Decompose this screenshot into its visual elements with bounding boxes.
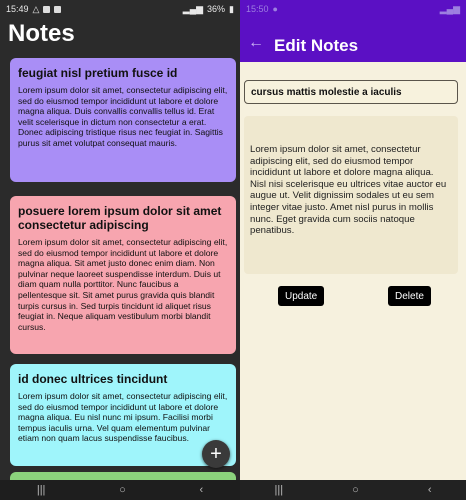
status-time: 15:49 xyxy=(6,4,29,14)
notes-list-screen: 15:49 △ ▂▄▆ 36% ▮ Notes feugiat nisl pre… xyxy=(0,0,240,500)
note-body-input[interactable]: Lorem ipsum dolor sit amet, consectetur … xyxy=(244,116,458,274)
status-time: 15:50 xyxy=(246,4,269,14)
back-nav-icon[interactable]: ‹ xyxy=(199,484,203,496)
status-bar: 15:49 △ ▂▄▆ 36% ▮ xyxy=(0,0,240,18)
edit-note-screen: 15:50 ● ▂▄▆ ← Edit Notes cursus mattis m… xyxy=(240,0,466,500)
add-note-button[interactable]: + xyxy=(202,440,230,468)
battery-text: 36% xyxy=(207,4,226,14)
note-title: id donec ultrices tincidunt xyxy=(18,372,168,386)
note-title: feugiat nisl pretium fusce id xyxy=(18,66,178,80)
system-nav-bar: ||| ○ ‹ xyxy=(0,480,240,500)
signal-icon: ▂▄▆ xyxy=(182,3,204,14)
back-nav-icon[interactable]: ‹ xyxy=(428,484,432,496)
back-arrow-icon[interactable]: ← xyxy=(248,34,264,52)
note-card[interactable]: feugiat nisl pretium fusce id Lorem ipsu… xyxy=(10,58,236,182)
recents-icon[interactable]: ||| xyxy=(37,484,46,496)
app-bar: 15:50 ● ▂▄▆ ← Edit Notes xyxy=(240,0,466,62)
note-title-input[interactable]: cursus mattis molestie a iaculis xyxy=(244,80,458,104)
delete-button[interactable]: Delete xyxy=(388,286,431,306)
note-card[interactable]: posuere lorem ipsum dolor sit amet conse… xyxy=(10,196,236,354)
system-nav-bar: ||| ○ ‹ xyxy=(240,480,466,500)
home-icon[interactable]: ○ xyxy=(352,484,359,496)
update-button[interactable]: Update xyxy=(278,286,325,306)
screen-title: Edit Notes xyxy=(274,36,359,55)
page-title: Notes xyxy=(8,20,75,47)
notification-icon: ● xyxy=(272,4,278,14)
home-icon[interactable]: ○ xyxy=(119,484,126,496)
recents-icon[interactable]: ||| xyxy=(275,484,284,496)
note-body: Lorem ipsum dolor sit amet, consectetur … xyxy=(18,391,228,444)
note-title: posuere lorem ipsum dolor sit amet conse… xyxy=(18,204,222,232)
notification-icon xyxy=(43,5,51,13)
note-body: Lorem ipsum dolor sit amet, consectetur … xyxy=(18,85,228,148)
signal-icon: ▂▄▆ xyxy=(439,3,460,14)
note-card-partial[interactable] xyxy=(10,472,236,480)
notification-icon xyxy=(54,5,62,13)
warning-icon: △ xyxy=(32,3,40,14)
status-bar: 15:50 ● ▂▄▆ xyxy=(240,0,466,18)
battery-icon: ▮ xyxy=(229,3,234,14)
note-body: Lorem ipsum dolor sit amet, consectetur … xyxy=(18,237,228,332)
plus-icon: + xyxy=(210,442,222,465)
